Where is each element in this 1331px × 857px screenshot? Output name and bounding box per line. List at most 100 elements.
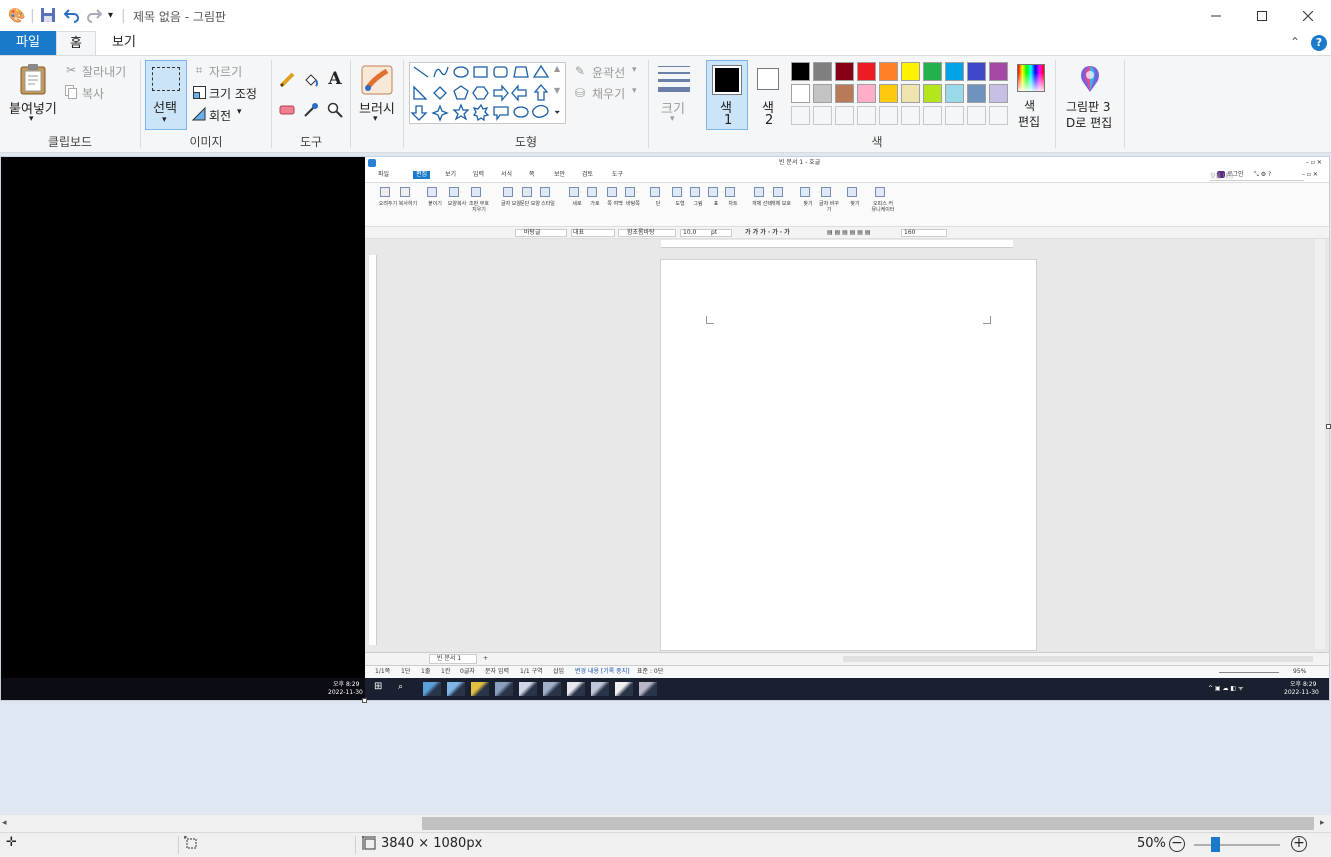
resize-icon[interactable] [192, 85, 206, 99]
palette-swatch[interactable] [835, 84, 854, 103]
palette-swatch[interactable] [879, 84, 898, 103]
outline-dropdown-icon[interactable]: ▾ [632, 65, 637, 75]
edit-colors-label-2[interactable]: 편집 [1018, 113, 1040, 130]
minimize-button[interactable] [1193, 0, 1239, 31]
hwp-align-icons: ▤ ▤ ▤ ▤ ▤ ▤ [827, 229, 871, 236]
resize-handle-right[interactable] [1326, 424, 1331, 429]
palette-empty-swatch[interactable] [879, 106, 898, 125]
horizontal-scrollbar[interactable]: ◂ ▸ [0, 815, 1331, 832]
help-icon[interactable]: ? [1311, 35, 1327, 51]
color2-swatch[interactable] [757, 68, 779, 90]
palette-swatch[interactable] [791, 84, 810, 103]
crop-button[interactable]: 자르기 [209, 63, 242, 80]
shapes-expand-icon[interactable]: ⏷ [554, 108, 560, 118]
shapes-scroll-up-icon[interactable]: ▲ [554, 64, 560, 73]
text-tool-icon[interactable]: A [326, 69, 344, 89]
rotate-dropdown-icon[interactable]: ▾ [237, 107, 242, 117]
palette-swatch[interactable] [901, 84, 920, 103]
paint-app-icon[interactable]: 🎨 [8, 7, 25, 25]
palette-swatch[interactable] [813, 62, 832, 81]
fill-dropdown-icon[interactable]: ▾ [632, 86, 637, 96]
zoom-out-button[interactable]: − [1169, 836, 1185, 852]
tab-file[interactable]: 파일 [0, 31, 56, 55]
maximize-button[interactable] [1239, 0, 1285, 31]
copy-icon[interactable] [64, 85, 78, 99]
palette-swatch[interactable] [945, 84, 964, 103]
palette-swatch[interactable] [923, 84, 942, 103]
cut-button[interactable]: 잘라내기 [82, 63, 126, 80]
scroll-right-icon[interactable]: ▸ [1320, 818, 1325, 828]
edit-colors-label-1[interactable]: 색 [1024, 97, 1035, 114]
palette-swatch[interactable] [967, 84, 986, 103]
copy-button[interactable]: 복사 [82, 85, 104, 102]
collapse-ribbon-icon[interactable]: ⌃ [1290, 35, 1300, 49]
resize-button[interactable]: 크기 조정 [209, 85, 257, 102]
palette-swatch[interactable] [989, 62, 1008, 81]
cursor-position-icon: ✛ [6, 835, 17, 850]
fill-button[interactable]: 채우기 [592, 85, 625, 102]
paint3d-icon[interactable] [1074, 63, 1106, 95]
palette-swatch[interactable] [945, 62, 964, 81]
rotate-icon[interactable] [192, 107, 206, 121]
fill-bucket-icon[interactable] [302, 71, 320, 89]
rotate-button[interactable]: 회전 [209, 107, 231, 124]
palette-empty-swatch[interactable] [945, 106, 964, 125]
edit-colors-icon[interactable] [1017, 64, 1045, 92]
palette-swatch[interactable] [901, 62, 920, 81]
crop-icon[interactable]: ⌗ [192, 63, 206, 77]
paint3d-label-2[interactable]: D로 편집 [1066, 114, 1112, 131]
palette-swatch[interactable] [923, 62, 942, 81]
brush-dropdown-icon[interactable]: ▾ [373, 114, 378, 124]
palette-swatch[interactable] [857, 62, 876, 81]
canvas[interactable]: 오후 8:29 2022-11-30 빈 문서 1 - 호글 – ▫ ✕ 파일 편… [1, 157, 1329, 700]
palette-empty-swatch[interactable] [857, 106, 876, 125]
outline-icon[interactable]: ✎ [572, 63, 588, 79]
size-icon[interactable] [658, 66, 690, 94]
color1-button[interactable]: 색 1 [706, 60, 748, 130]
palette-swatch[interactable] [791, 62, 810, 81]
palette-swatch[interactable] [813, 84, 832, 103]
resize-handle-bottom[interactable] [362, 698, 367, 703]
scroll-thumb[interactable] [422, 817, 1314, 830]
paint3d-label-1[interactable]: 그림판 3 [1066, 98, 1111, 115]
size-dropdown-icon[interactable]: ▾ [670, 114, 675, 124]
palette-swatch[interactable] [879, 62, 898, 81]
redo-icon[interactable] [86, 7, 103, 25]
palette-empty-swatch[interactable] [901, 106, 920, 125]
palette-swatch[interactable] [857, 84, 876, 103]
tab-home[interactable]: 홈 [56, 31, 96, 55]
palette-swatch[interactable] [835, 62, 854, 81]
scroll-left-icon[interactable]: ◂ [2, 818, 7, 828]
select-button[interactable]: 선택 ▾ [145, 60, 187, 130]
fill-icon[interactable]: ⛁ [572, 85, 588, 101]
undo-icon[interactable] [63, 7, 80, 25]
outline-button[interactable]: 윤곽선 [592, 64, 625, 81]
save-icon[interactable] [40, 7, 58, 25]
pencil-icon[interactable] [278, 71, 296, 89]
zoom-in-button[interactable]: + [1291, 836, 1307, 852]
hwp-doc-tab: 빈 문서 1 [437, 655, 462, 662]
brush-icon[interactable] [360, 64, 394, 96]
qa-separator: | [30, 8, 35, 24]
shapes-gallery[interactable] [409, 62, 566, 124]
customize-qa-icon[interactable]: ▾ [108, 7, 113, 25]
zoom-slider-track[interactable] [1194, 844, 1280, 846]
zoom-slider-thumb[interactable] [1211, 837, 1220, 852]
palette-empty-swatch[interactable] [967, 106, 986, 125]
palette-empty-swatch[interactable] [813, 106, 832, 125]
cut-icon[interactable]: ✂ [64, 63, 78, 77]
eraser-icon[interactable] [278, 101, 296, 119]
close-button[interactable] [1285, 0, 1331, 31]
color-picker-icon[interactable] [302, 101, 320, 119]
palette-empty-swatch[interactable] [989, 106, 1008, 125]
palette-swatch[interactable] [989, 84, 1008, 103]
magnifier-icon[interactable] [326, 101, 344, 119]
shapes-scroll-down-icon[interactable]: ▼ [554, 86, 560, 95]
tab-view[interactable]: 보기 [96, 31, 152, 55]
palette-empty-swatch[interactable] [923, 106, 942, 125]
paste-dropdown-icon[interactable]: ▾ [29, 114, 34, 124]
palette-empty-swatch[interactable] [791, 106, 810, 125]
palette-swatch[interactable] [967, 62, 986, 81]
palette-empty-swatch[interactable] [835, 106, 854, 125]
paste-icon[interactable] [18, 62, 48, 96]
